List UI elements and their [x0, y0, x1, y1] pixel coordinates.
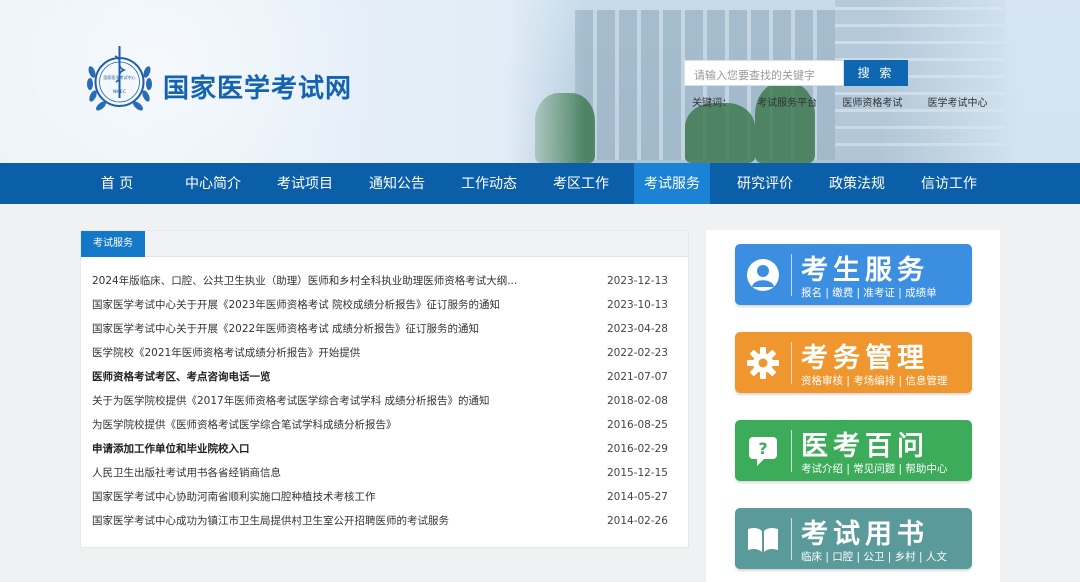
svg-text:?: ?: [758, 439, 767, 458]
nav-item-research[interactable]: 研究评价: [724, 163, 806, 204]
keyword-link[interactable]: 考试服务平台: [757, 98, 817, 109]
logo-text-top: 国家医学考试中心: [104, 74, 136, 80]
news-date: 2023-04-28: [606, 323, 668, 335]
news-title[interactable]: 人民卫生出版社考试用书各省经销商信息: [92, 461, 592, 485]
exam-books-button[interactable]: 考试用书 临床 | 口腔 | 公卫 | 乡村 | 人文: [735, 508, 972, 569]
news-title[interactable]: 国家医学考试中心成功为镇江市卫生局提供村卫生室公开招聘医师的考试服务: [92, 509, 592, 533]
service-sidebar: 考生服务 报名 | 缴费 | 准考证 | 成绩单 考务管理 资格审核 | 考场编…: [706, 230, 1000, 582]
main-nav: 首 页 中心简介 考试项目 通知公告 工作动态 考区工作 考试服务 研究评价 政…: [0, 163, 1080, 204]
list-item[interactable]: 为医学院校提供《医师资格考试医学综合笔试学科成绩分析报告》 2016-08-25: [92, 413, 672, 437]
nav-item-exam-projects[interactable]: 考试项目: [264, 163, 346, 204]
service-title: 医考百问: [801, 431, 929, 462]
news-date: 2014-05-27: [606, 491, 668, 503]
nav-item-about[interactable]: 中心简介: [172, 163, 254, 204]
nav-item-news[interactable]: 工作动态: [448, 163, 530, 204]
service-subtitle: 报名 | 缴费 | 准考证 | 成绩单: [801, 287, 937, 299]
gear-icon: [747, 347, 779, 379]
list-item[interactable]: 关于为医学院校提供《2017年医师资格考试医学综合考试学科 成绩分析报告》的通知…: [92, 389, 672, 413]
news-title[interactable]: 国家医学考试中心关于开展《2022年医师资格考试 成绩分析报告》征订服务的通知: [92, 317, 592, 341]
nav-item-notices[interactable]: 通知公告: [356, 163, 438, 204]
panel-header: 考试服务: [81, 231, 688, 257]
book-icon: [748, 527, 778, 552]
nav-item-exam-services[interactable]: 考试服务: [634, 163, 710, 204]
nav-item-petitions[interactable]: 信访工作: [908, 163, 990, 204]
nav-item-exam-districts[interactable]: 考区工作: [540, 163, 622, 204]
service-subtitle: 资格审核 | 考场编排 | 信息管理: [801, 375, 948, 387]
list-item[interactable]: 人民卫生出版社考试用书各省经销商信息 2015-12-15: [92, 461, 672, 485]
news-title[interactable]: 为医学院校提供《医师资格考试医学综合笔试学科成绩分析报告》: [92, 413, 592, 437]
news-date: 2014-02-26: [606, 515, 668, 527]
exam-services-panel: 考试服务 2024年版临床、口腔、公共卫生执业（助理）医师和乡村全科执业助理医师…: [80, 230, 689, 548]
keywords-label: 关键词：: [692, 98, 732, 109]
news-date: 2022-02-23: [606, 347, 668, 359]
news-date: 2021-07-07: [606, 371, 668, 383]
news-list: 2024年版临床、口腔、公共卫生执业（助理）医师和乡村全科执业助理医师资格考试大…: [92, 269, 672, 533]
list-item[interactable]: 2024年版临床、口腔、公共卫生执业（助理）医师和乡村全科执业助理医师资格考试大…: [92, 269, 672, 293]
news-title[interactable]: 国家医学考试中心协助河南省顺利实施口腔种植技术考核工作: [92, 485, 592, 509]
news-title[interactable]: 关于为医学院校提供《2017年医师资格考试医学综合考试学科 成绩分析报告》的通知: [92, 389, 592, 413]
search-input[interactable]: 请输入您要查找的关键字: [684, 60, 844, 86]
news-date: 2016-08-25: [606, 419, 668, 431]
list-item[interactable]: 医师资格考试考区、考点咨询电话一览 2021-07-07: [92, 365, 672, 389]
news-date: 2018-02-08: [606, 395, 668, 407]
keyword-link[interactable]: 医师资格考试: [842, 98, 902, 109]
news-date: 2015-12-15: [606, 467, 668, 479]
news-date: 2016-02-29: [606, 443, 668, 455]
nmec-logo-icon[interactable]: 国家医学考试中心 NMEC: [82, 42, 157, 117]
service-title: 考务管理: [801, 343, 929, 374]
news-title[interactable]: 医师资格考试考区、考点咨询电话一览: [92, 365, 592, 389]
keyword-link[interactable]: 医学考试中心: [928, 98, 988, 109]
service-title: 考生服务: [801, 255, 929, 286]
list-item[interactable]: 国家医学考试中心协助河南省顺利实施口腔种植技术考核工作 2014-05-27: [92, 485, 672, 509]
service-subtitle: 临床 | 口腔 | 公卫 | 乡村 | 人文: [801, 551, 947, 563]
news-title[interactable]: 医学院校《2021年医师资格考试成绩分析报告》开始提供: [92, 341, 592, 365]
news-date: 2023-12-13: [606, 275, 668, 287]
list-item[interactable]: 申请添加工作单位和毕业院校入口 2016-02-29: [92, 437, 672, 461]
person-icon: [747, 259, 779, 291]
medical-faq-button[interactable]: ? 医考百问 考试介绍 | 常见问题 | 帮助中心: [735, 420, 972, 481]
news-title[interactable]: 2024年版临床、口腔、公共卫生执业（助理）医师和乡村全科执业助理医师资格考试大…: [92, 269, 592, 293]
keyword-links: 关键词： 考试服务平台 医师资格考试 医学考试中心: [692, 94, 1010, 109]
site-header: 国家医学考试中心 NMEC 国家医学考试网 请输入您要查找的关键字 搜 索 关键…: [0, 0, 1080, 163]
candidate-service-button[interactable]: 考生服务 报名 | 缴费 | 准考证 | 成绩单: [735, 244, 972, 305]
exam-management-button[interactable]: 考务管理 资格审核 | 考场编排 | 信息管理: [735, 332, 972, 393]
list-item[interactable]: 国家医学考试中心成功为镇江市卫生局提供村卫生室公开招聘医师的考试服务 2014-…: [92, 509, 672, 533]
service-subtitle: 考试介绍 | 常见问题 | 帮助中心: [801, 463, 948, 475]
nav-item-policies[interactable]: 政策法规: [816, 163, 898, 204]
site-title[interactable]: 国家医学考试网: [163, 68, 352, 105]
tab-exam-services[interactable]: 考试服务: [81, 231, 145, 257]
list-item[interactable]: 国家医学考试中心关于开展《2023年医师资格考试 院校成绩分析报告》征订服务的通…: [92, 293, 672, 317]
news-title[interactable]: 国家医学考试中心关于开展《2023年医师资格考试 院校成绩分析报告》征订服务的通…: [92, 293, 592, 317]
nav-item-home[interactable]: 首 页: [80, 163, 154, 204]
question-icon: ?: [749, 437, 777, 466]
list-item[interactable]: 医学院校《2021年医师资格考试成绩分析报告》开始提供 2022-02-23: [92, 341, 672, 365]
news-date: 2023-10-13: [606, 299, 668, 311]
search-button[interactable]: 搜 索: [844, 60, 908, 86]
logo-text-bottom: NMEC: [113, 89, 126, 95]
list-item[interactable]: 国家医学考试中心关于开展《2022年医师资格考试 成绩分析报告》征订服务的通知 …: [92, 317, 672, 341]
service-title: 考试用书: [801, 519, 929, 550]
news-title[interactable]: 申请添加工作单位和毕业院校入口: [92, 437, 592, 461]
